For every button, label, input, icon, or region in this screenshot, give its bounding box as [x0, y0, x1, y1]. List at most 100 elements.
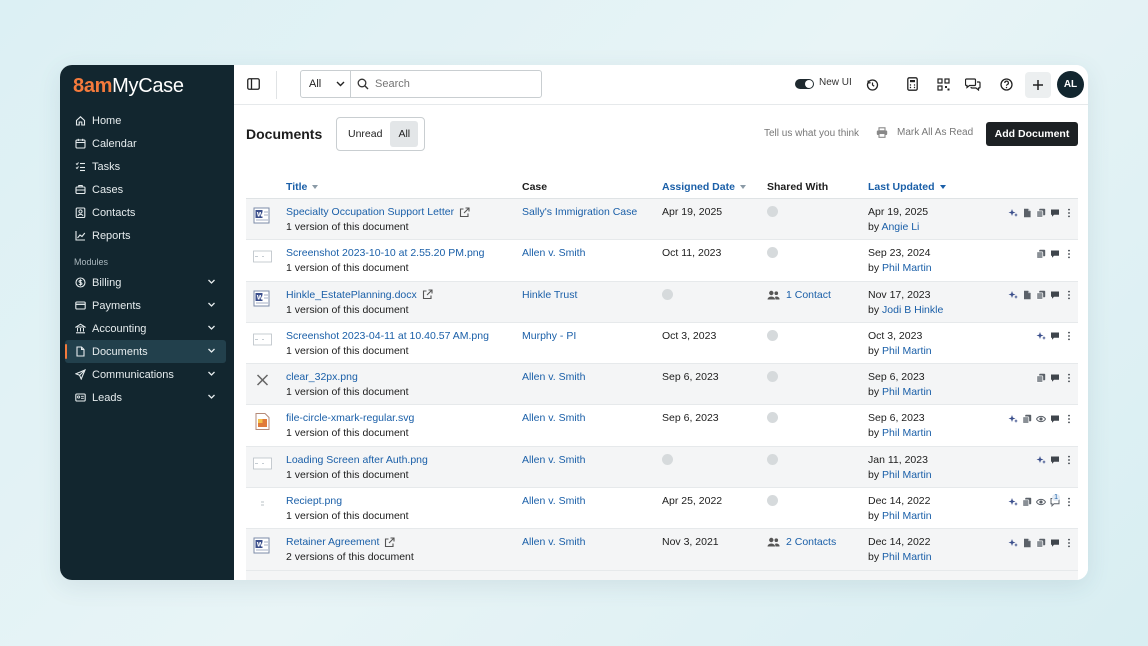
help-icon[interactable] — [999, 77, 1013, 91]
document-icon[interactable] — [1021, 290, 1032, 301]
document-title-link[interactable]: Loading Screen after Auth.png — [286, 454, 428, 466]
sidebar-item-documents[interactable]: Documents — [65, 340, 226, 363]
new-ui-toggle[interactable] — [795, 79, 814, 89]
updated-by-user-link[interactable]: Phil Martin — [882, 427, 932, 439]
updated-by-user-link[interactable]: Phil Martin — [882, 551, 932, 563]
table-row[interactable] — [246, 570, 1078, 580]
search-input[interactable] — [375, 78, 525, 90]
qr-code-icon[interactable] — [936, 77, 950, 91]
feedback-link[interactable]: Tell us what you think — [764, 128, 859, 139]
header-assigned-date[interactable]: Assigned Date — [662, 181, 746, 193]
more-icon[interactable] — [1063, 455, 1074, 466]
document-title-link[interactable]: Screenshot 2023-04-11 at 10.40.57 AM.png — [286, 330, 489, 342]
chat-icon[interactable] — [964, 76, 981, 91]
shared-with-link[interactable]: 1 Contact — [767, 289, 831, 301]
sidebar-item-communications[interactable]: Communications — [65, 363, 226, 386]
filter-all-button[interactable]: All — [390, 121, 419, 147]
more-icon[interactable] — [1063, 331, 1074, 342]
case-link[interactable]: Allen v. Smith — [522, 536, 585, 548]
case-link[interactable]: Allen v. Smith — [522, 247, 585, 259]
table-row[interactable]: clear_32px.png 1 version of this documen… — [246, 364, 1078, 406]
more-icon[interactable] — [1063, 537, 1074, 548]
calculator-icon[interactable] — [905, 77, 919, 91]
document-title-link[interactable]: Specialty Occupation Support Letter — [286, 206, 470, 218]
document-title-link[interactable]: Hinkle_EstatePlanning.docx — [286, 289, 433, 301]
search-field[interactable] — [351, 71, 541, 97]
table-row[interactable]: W Retainer Agreement 2 versions of this … — [246, 529, 1078, 571]
history-icon[interactable] — [865, 77, 879, 91]
comment-icon[interactable] — [1049, 248, 1060, 259]
sidebar-item-payments[interactable]: Payments — [65, 294, 226, 317]
sidebar-item-leads[interactable]: Leads — [65, 386, 226, 409]
comment-icon[interactable] — [1049, 290, 1060, 301]
view-icon[interactable] — [1035, 496, 1046, 507]
comment-icon[interactable] — [1049, 413, 1060, 424]
table-row[interactable]: file-circle-xmark-regular.svg 1 version … — [246, 405, 1078, 447]
ai-sparkle-icon[interactable] — [1035, 455, 1046, 466]
case-link[interactable]: Allen v. Smith — [522, 495, 585, 507]
copy-icon[interactable] — [1035, 372, 1046, 383]
comment-icon[interactable] — [1049, 207, 1060, 218]
copy-icon[interactable] — [1035, 290, 1046, 301]
copy-icon[interactable] — [1035, 537, 1046, 548]
more-icon[interactable] — [1063, 207, 1074, 218]
search-scope-select[interactable]: All — [301, 71, 351, 97]
case-link[interactable]: Sally's Immigration Case — [522, 206, 637, 218]
ai-sparkle-icon[interactable] — [1007, 413, 1018, 424]
comment-icon[interactable] — [1049, 331, 1060, 342]
table-row[interactable]: Screenshot 2023-04-11 at 10.40.57 AM.png… — [246, 323, 1078, 365]
case-link[interactable]: Hinkle Trust — [522, 289, 577, 301]
table-row[interactable]: W Specialty Occupation Support Letter 1 … — [246, 199, 1078, 241]
sidebar-item-contacts[interactable]: Contacts — [65, 201, 226, 224]
sidebar-item-reports[interactable]: Reports — [65, 224, 226, 247]
comment-icon[interactable] — [1049, 537, 1060, 548]
more-icon[interactable] — [1063, 290, 1074, 301]
sidebar-item-calendar[interactable]: Calendar — [65, 132, 226, 155]
more-icon[interactable] — [1063, 496, 1074, 507]
document-title-link[interactable]: Retainer Agreement — [286, 536, 395, 548]
copy-icon[interactable] — [1035, 248, 1046, 259]
external-link-icon[interactable] — [422, 289, 433, 300]
case-link[interactable]: Murphy - PI — [522, 330, 576, 342]
external-link-icon[interactable] — [384, 537, 395, 548]
document-icon[interactable] — [1021, 207, 1032, 218]
view-icon[interactable] — [1035, 413, 1046, 424]
ai-sparkle-icon[interactable] — [1007, 537, 1018, 548]
more-icon[interactable] — [1063, 413, 1074, 424]
header-last-updated[interactable]: Last Updated — [868, 181, 946, 193]
document-title-link[interactable]: clear_32px.png — [286, 371, 358, 383]
case-link[interactable]: Allen v. Smith — [522, 371, 585, 383]
sidebar-item-home[interactable]: Home — [65, 109, 226, 132]
comment-icon[interactable] — [1049, 372, 1060, 383]
sidebar-item-accounting[interactable]: Accounting — [65, 317, 226, 340]
updated-by-user-link[interactable]: Phil Martin — [882, 469, 932, 481]
copy-icon[interactable] — [1021, 413, 1032, 424]
logo[interactable]: 8am MyCase — [73, 73, 184, 99]
document-icon[interactable] — [1021, 537, 1032, 548]
ai-sparkle-icon[interactable] — [1007, 290, 1018, 301]
table-row[interactable]: Reciept.png 1 version of this document A… — [246, 488, 1078, 530]
ai-sparkle-icon[interactable] — [1007, 496, 1018, 507]
sidebar-item-billing[interactable]: Billing — [65, 271, 226, 294]
quick-add-button[interactable] — [1025, 72, 1051, 98]
copy-icon[interactable] — [1035, 207, 1046, 218]
document-title-link[interactable]: Reciept.png — [286, 495, 342, 507]
updated-by-user-link[interactable]: Jodi B Hinkle — [882, 304, 943, 316]
case-link[interactable]: Allen v. Smith — [522, 412, 585, 424]
ai-sparkle-icon[interactable] — [1007, 207, 1018, 218]
mark-all-read-button[interactable]: Mark All As Read — [876, 127, 973, 138]
updated-by-user-link[interactable]: Angie Li — [881, 221, 919, 233]
external-link-icon[interactable] — [459, 206, 470, 218]
shared-with-link[interactable]: 2 Contacts — [767, 536, 836, 548]
table-row[interactable]: Screenshot 2023-10-10 at 2.55.20 PM.png … — [246, 240, 1078, 282]
updated-by-user-link[interactable]: Phil Martin — [882, 345, 932, 357]
ai-sparkle-icon[interactable] — [1035, 331, 1046, 342]
avatar[interactable]: AL — [1057, 71, 1084, 98]
add-document-button[interactable]: Add Document — [986, 122, 1078, 146]
filter-unread-button[interactable]: Unread — [340, 121, 390, 147]
sidebar-item-cases[interactable]: Cases — [65, 178, 226, 201]
more-icon[interactable] — [1063, 372, 1074, 383]
updated-by-user-link[interactable]: Phil Martin — [882, 262, 932, 274]
comment-icon[interactable] — [1049, 455, 1060, 466]
more-icon[interactable] — [1063, 248, 1074, 259]
